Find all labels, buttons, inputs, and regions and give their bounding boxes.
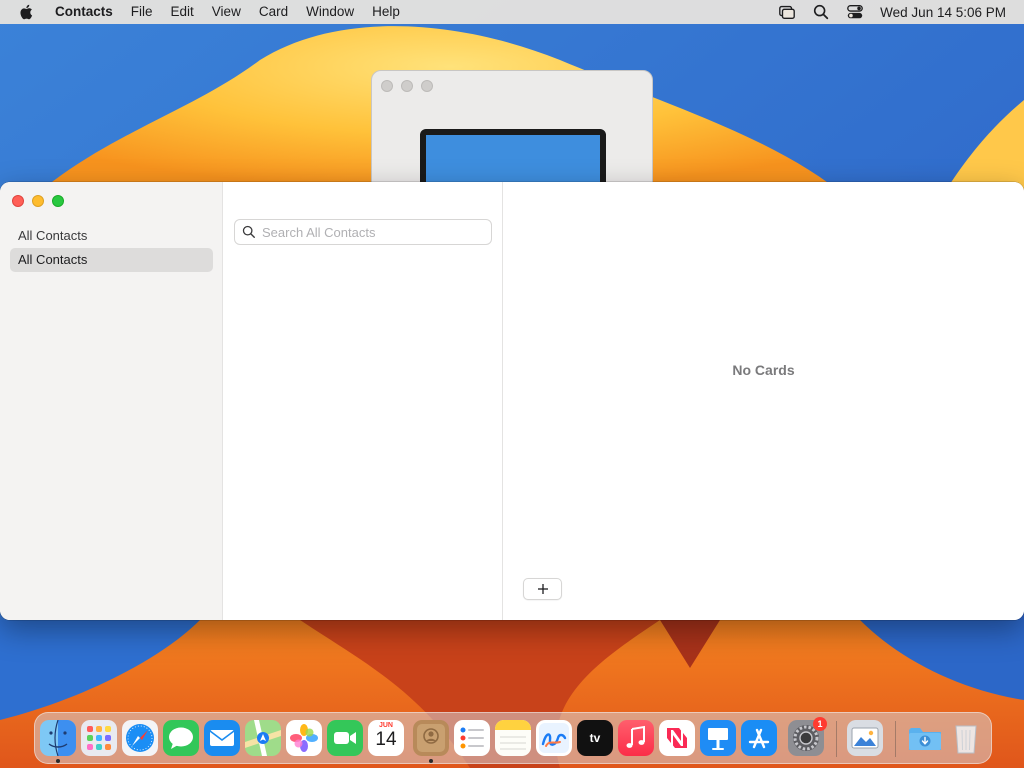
menu-edit[interactable]: Edit <box>162 0 203 24</box>
menu-help[interactable]: Help <box>363 0 409 24</box>
spotlight-search-icon[interactable] <box>812 3 830 21</box>
dock-trash-icon[interactable] <box>948 720 984 756</box>
dock-app-store-icon[interactable] <box>741 720 777 756</box>
dock-mail-icon[interactable] <box>204 720 240 756</box>
card-detail-pane: No Cards <box>503 182 1024 620</box>
search-icon <box>242 225 255 238</box>
groups-sidebar: All Contacts All Contacts <box>0 182 223 620</box>
menu-bar-clock[interactable]: Wed Jun 14 5:06 PM <box>880 5 1006 20</box>
contacts-running-indicator <box>429 759 433 763</box>
contacts-list-pane <box>223 182 503 620</box>
add-contact-button[interactable] <box>523 578 562 600</box>
menu-bar-status-area: Wed Jun 14 5:06 PM <box>770 0 1024 24</box>
window-controls <box>12 195 64 207</box>
screen-mirroring-icon[interactable] <box>778 3 796 21</box>
dock-messages-icon[interactable] <box>163 720 199 756</box>
no-cards-message: No Cards <box>732 362 795 378</box>
menu-file[interactable]: File <box>122 0 162 24</box>
inactive-close-button[interactable] <box>381 80 393 92</box>
dock-downloads-icon[interactable] <box>907 720 943 756</box>
dock-contacts-icon[interactable] <box>413 720 449 756</box>
dock-tv-icon[interactable]: tv <box>577 720 613 756</box>
search-input[interactable] <box>262 224 482 240</box>
dock-launchpad-icon[interactable] <box>81 720 117 756</box>
menu-card[interactable]: Card <box>250 0 297 24</box>
menu-bar: Contacts File Edit View Card Window Help… <box>0 0 1024 24</box>
calendar-month-label: JUN <box>378 722 393 729</box>
calendar-day-label: 14 <box>375 729 397 750</box>
sidebar-section-header[interactable]: All Contacts <box>18 228 87 243</box>
dock-calendar-icon[interactable]: JUN 14 <box>368 720 404 756</box>
dock-keynote-icon[interactable] <box>700 720 736 756</box>
inactive-minimize-button[interactable] <box>401 80 413 92</box>
dock-separator <box>895 721 896 757</box>
dock-separator <box>836 721 837 757</box>
inactive-zoom-button[interactable] <box>421 80 433 92</box>
dock-finder-icon[interactable] <box>40 720 76 756</box>
dock-facetime-icon[interactable] <box>327 720 363 756</box>
background-window-controls <box>381 80 433 92</box>
dock-preview-icon[interactable] <box>847 720 883 756</box>
menu-view[interactable]: View <box>203 0 250 24</box>
dock-photos-icon[interactable] <box>286 720 322 756</box>
menu-window[interactable]: Window <box>297 0 363 24</box>
menu-app-name[interactable]: Contacts <box>46 0 122 24</box>
sidebar-item-all-contacts[interactable]: All Contacts <box>10 248 213 272</box>
apple-logo-icon[interactable] <box>18 3 36 21</box>
dock: JUN 14 tv 1 <box>34 712 992 764</box>
dock-news-icon[interactable] <box>659 720 695 756</box>
contacts-window: All Contacts All Contacts No Cards <box>0 182 1024 620</box>
minimize-button[interactable] <box>32 195 44 207</box>
close-button[interactable] <box>12 195 24 207</box>
control-center-icon[interactable] <box>846 3 864 21</box>
dock-music-icon[interactable] <box>618 720 654 756</box>
tv-label: tv <box>589 731 601 745</box>
dock-reminders-icon[interactable] <box>454 720 490 756</box>
system-settings-badge: 1 <box>813 717 827 731</box>
dock-safari-icon[interactable] <box>122 720 158 756</box>
search-field[interactable] <box>234 219 492 245</box>
zoom-button[interactable] <box>52 195 64 207</box>
dock-maps-icon[interactable] <box>245 720 281 756</box>
finder-running-indicator <box>56 759 60 763</box>
dock-freeform-icon[interactable] <box>536 720 572 756</box>
plus-icon <box>537 584 548 594</box>
dock-notes-icon[interactable] <box>495 720 531 756</box>
